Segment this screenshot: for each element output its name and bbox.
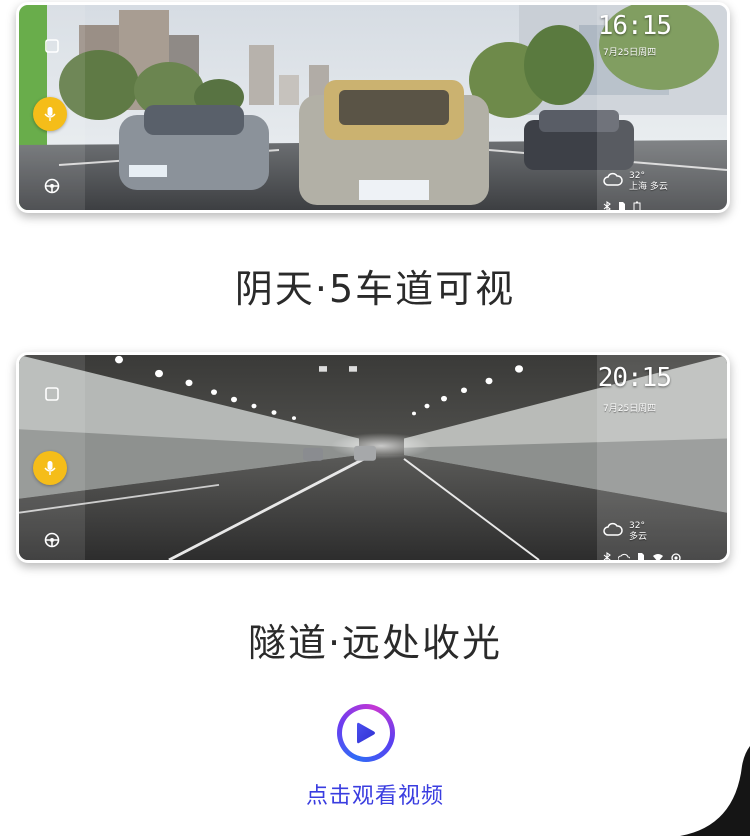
play-video-button[interactable] <box>337 704 395 762</box>
dashcam-scene-tunnel: 20:15 7月25日周四 32° 多云 <box>19 355 727 560</box>
temperature: 32° <box>629 521 645 531</box>
battery-icon <box>633 201 641 210</box>
steering-wheel-icon[interactable] <box>37 525 67 555</box>
voice-button[interactable] <box>33 97 67 131</box>
bluetooth-icon <box>603 552 611 560</box>
dashcam-panel-tunnel: 20:15 7月25日周四 32° 多云 <box>16 352 730 563</box>
mic-icon <box>44 461 56 475</box>
status-icons <box>603 201 641 210</box>
watch-video-link[interactable]: 点击观看视频 <box>0 778 750 810</box>
status-icons <box>603 552 681 560</box>
cloud-icon <box>618 553 630 560</box>
mic-icon <box>44 107 56 121</box>
square-icon[interactable] <box>37 31 67 61</box>
cloud-icon <box>603 172 623 186</box>
date-text: 7月25日周四 <box>603 48 657 58</box>
caption-tunnel: 隧道·远处收光 <box>247 621 503 665</box>
weather-desc: 上海 多云 <box>629 182 668 192</box>
date-text: 7月25日周四 <box>603 404 657 414</box>
wifi-icon <box>653 554 663 560</box>
sd-card-icon <box>638 553 644 560</box>
sd-card-icon <box>619 202 625 210</box>
dashcam-panel-overcast: 16:15 7月25日周四 32° 上海 多云 <box>16 2 730 213</box>
clock: 16:15 <box>597 11 672 41</box>
corner-decoration <box>680 746 750 836</box>
voice-button[interactable] <box>33 451 67 485</box>
cloud-icon <box>603 522 623 536</box>
square-icon[interactable] <box>37 379 67 409</box>
bluetooth-icon <box>603 201 611 210</box>
caption-overcast: 阴天·5车道可视 <box>234 267 516 311</box>
weather-desc: 多云 <box>629 532 648 542</box>
weather-widget: 32° 多云 <box>603 521 647 543</box>
dashcam-scene-overcast: 16:15 7月25日周四 32° 上海 多云 <box>19 5 727 210</box>
temperature: 32° <box>629 171 645 181</box>
steering-wheel-icon[interactable] <box>37 171 67 201</box>
weather-widget: 32° 上海 多云 <box>603 171 668 193</box>
clock: 20:15 <box>597 363 672 393</box>
play-icon <box>357 722 375 744</box>
record-icon <box>671 552 681 560</box>
